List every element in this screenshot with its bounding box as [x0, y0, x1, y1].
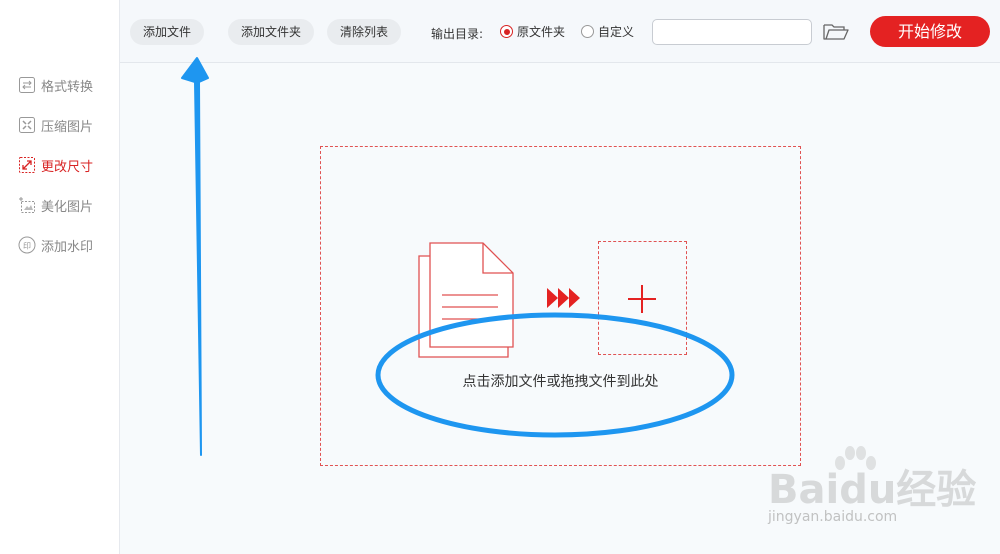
radio-original-label: 原文件夹 [517, 25, 566, 39]
sidebar-item-label: 格式转换 [41, 79, 94, 95]
sidebar-item-format-convert[interactable]: 格式转换 [18, 74, 93, 96]
sidebar-item-compress[interactable]: 压缩图片 [18, 114, 93, 136]
radio-checked-icon[interactable] [500, 25, 513, 38]
compress-icon [18, 116, 36, 134]
convert-icon [18, 76, 36, 94]
radio-unchecked-icon[interactable] [581, 25, 594, 38]
start-modify-button[interactable]: 开始修改 [870, 16, 990, 47]
arrows-icon [547, 288, 580, 308]
output-path-input[interactable] [652, 19, 812, 45]
watermark-icon: 印 [18, 236, 36, 254]
radio-original-folder[interactable]: 原文件夹 [500, 23, 565, 40]
sidebar-item-beautify[interactable]: 美化图片 [18, 194, 93, 216]
output-directory-label: 输出目录: [431, 27, 484, 41]
main-area: 点击添加文件或拖拽文件到此处 [120, 63, 1000, 554]
sidebar-item-resize[interactable]: 更改尺寸 [18, 154, 93, 176]
radio-custom-label: 自定义 [598, 25, 635, 39]
add-file-button[interactable]: 添加文件 [130, 19, 205, 45]
sidebar-item-label: 压缩图片 [41, 119, 94, 135]
clear-list-button[interactable]: 清除列表 [327, 19, 402, 45]
svg-text:印: 印 [23, 242, 31, 251]
toolbar: 添加文件 添加文件夹 清除列表 输出目录: 原文件夹 自定义 开始修改 [120, 0, 1000, 63]
sidebar: 格式转换 压缩图片 更改尺寸 美化图片 印 添加水印 [0, 0, 120, 554]
sidebar-item-label: 美化图片 [41, 199, 94, 215]
sidebar-item-watermark[interactable]: 印 添加水印 [18, 234, 93, 256]
radio-custom-folder[interactable]: 自定义 [581, 23, 634, 40]
folder-open-icon[interactable] [822, 20, 850, 44]
beautify-icon [18, 196, 36, 214]
resize-icon [18, 156, 36, 174]
sidebar-item-label: 添加水印 [41, 239, 94, 255]
add-folder-button[interactable]: 添加文件夹 [228, 19, 315, 45]
document-icon [418, 242, 514, 358]
add-file-placeholder[interactable] [598, 241, 687, 355]
drop-zone[interactable]: 点击添加文件或拖拽文件到此处 [320, 146, 801, 466]
plus-icon [628, 285, 656, 313]
sidebar-item-label: 更改尺寸 [41, 159, 94, 175]
drop-zone-hint: 点击添加文件或拖拽文件到此处 [462, 374, 659, 390]
